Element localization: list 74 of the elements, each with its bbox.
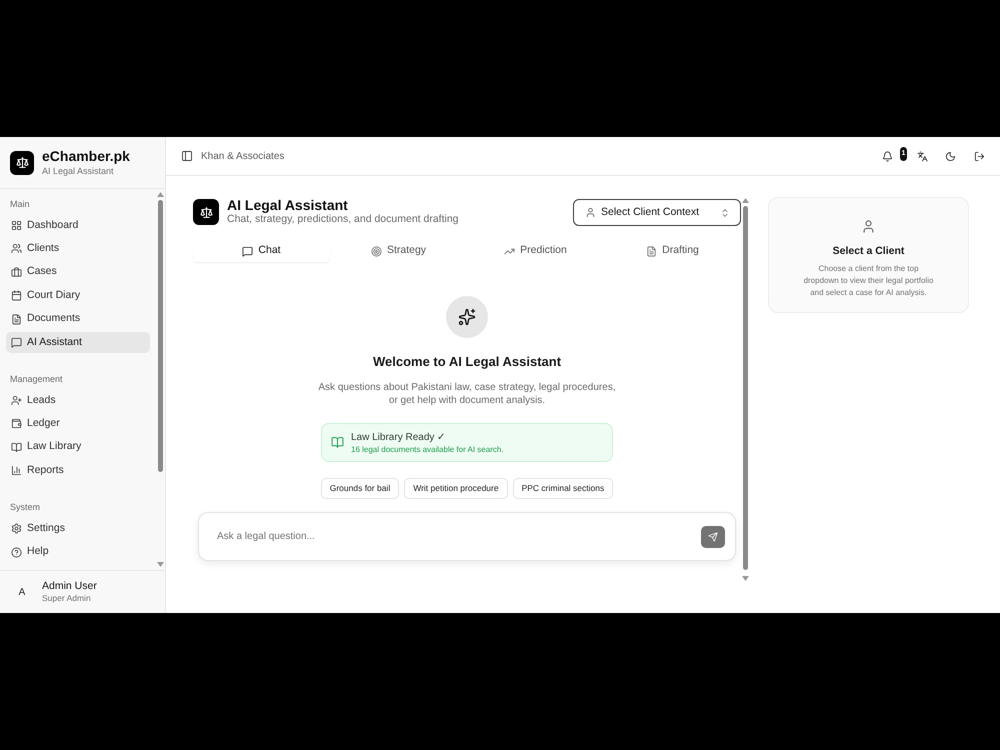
chevrons-up-down-icon <box>720 208 730 218</box>
brand-subtitle: AI Legal Assistant <box>42 165 115 177</box>
user-name: Admin User <box>42 580 97 593</box>
sidebar-item[interactable]: Settings <box>6 518 150 540</box>
document-icon <box>11 314 22 325</box>
sidebar-item[interactable]: Leads <box>6 390 150 411</box>
open-book-icon <box>331 436 344 449</box>
chat-bubble-icon <box>242 246 254 256</box>
workspace-name: Khan & Associates <box>201 150 284 164</box>
scale-logo-icon <box>193 199 219 225</box>
suggestion-chip[interactable]: Grounds for bail <box>320 478 400 499</box>
bar-chart-icon <box>11 465 22 476</box>
welcome-description: Ask questions about Pakistani law, case strategy, legal procedures, or get help with document analysis. <box>317 381 617 407</box>
sidebar-toggle-icon[interactable] <box>181 150 193 162</box>
translate-icon <box>916 150 928 162</box>
tab[interactable]: Strategy <box>330 240 467 262</box>
user-icon <box>585 207 596 218</box>
scroll-down-arrow-icon[interactable] <box>742 576 748 581</box>
welcome-title: Welcome to AI Legal Assistant <box>372 353 562 371</box>
scrollbar-thumb[interactable] <box>742 206 748 570</box>
calendar-icon <box>11 290 22 302</box>
settings-icon <box>11 523 22 534</box>
sidebar-item[interactable]: Law Library <box>6 436 150 458</box>
user-role: Super Admin <box>42 593 92 604</box>
scroll-up-arrow-icon[interactable] <box>742 198 748 203</box>
help-icon <box>11 546 22 558</box>
brand-title: eChamber.pk <box>42 148 130 165</box>
scale-logo-icon <box>10 150 34 174</box>
tab[interactable]: Drafting <box>604 240 741 262</box>
document-icon <box>646 246 658 256</box>
suggestion-chip[interactable]: PPC criminal sections <box>512 478 614 499</box>
section-label: System <box>10 501 40 514</box>
wallet-icon <box>11 418 22 430</box>
bell-icon <box>882 150 892 162</box>
sidebar-item[interactable]: Documents <box>6 308 150 330</box>
chat-bubble-icon <box>11 336 22 348</box>
target-icon <box>370 246 382 256</box>
client-panel-description: Choose a client from the top dropdown to view their legal portfolio and select a case for AI analysis. <box>802 263 934 299</box>
library-status-title: Law Library Ready ✓ <box>351 430 446 444</box>
grid-icon <box>11 220 22 231</box>
open-book-icon <box>11 442 22 453</box>
section-label: Main <box>10 198 30 211</box>
suggestion-chip[interactable]: Writ petition procedure <box>404 478 508 499</box>
section-label: Management <box>10 372 63 386</box>
tab[interactable]: Chat <box>193 240 330 262</box>
moon-icon <box>944 150 956 162</box>
library-status-detail: 16 legal documents available for AI search. <box>351 444 504 454</box>
scrollbar-thumb[interactable] <box>158 200 162 472</box>
sidebar-item[interactable]: Court Diary <box>6 285 150 306</box>
sidebar-item[interactable]: Cases <box>6 262 150 283</box>
tab[interactable]: Prediction <box>467 240 604 262</box>
send-icon <box>708 532 718 542</box>
scroll-down-arrow-icon[interactable] <box>156 562 164 567</box>
sidebar-item[interactable]: Dashboard <box>6 215 150 236</box>
scroll-up-arrow-icon[interactable] <box>156 192 164 197</box>
briefcase-icon <box>11 266 22 278</box>
users-icon <box>11 243 22 254</box>
sidebar-item[interactable]: Help <box>6 542 150 563</box>
client-panel-title: Select a Client <box>832 244 904 258</box>
client-context-select[interactable]: Select Client Context <box>573 199 741 226</box>
send-button[interactable] <box>701 526 725 548</box>
page-title: AI Legal Assistant <box>227 197 348 213</box>
avatar-initial: A <box>18 586 26 600</box>
sidebar-item[interactable]: Reports <box>6 460 150 482</box>
message-composer[interactable]: Ask a legal question... <box>198 512 736 561</box>
sidebar-item[interactable]: Clients <box>6 238 150 260</box>
sidebar-item[interactable]: Ledger <box>6 413 150 434</box>
logout-icon <box>974 150 984 162</box>
page-subtitle: Chat, strategy, predictions, and document drafting <box>227 213 459 226</box>
sidebar-item[interactable]: AI Assistant <box>6 332 150 353</box>
user-plus-icon <box>11 394 22 406</box>
user-icon <box>861 219 876 234</box>
question-input[interactable]: Ask a legal question... <box>217 524 693 548</box>
sparkles-icon <box>446 296 488 338</box>
